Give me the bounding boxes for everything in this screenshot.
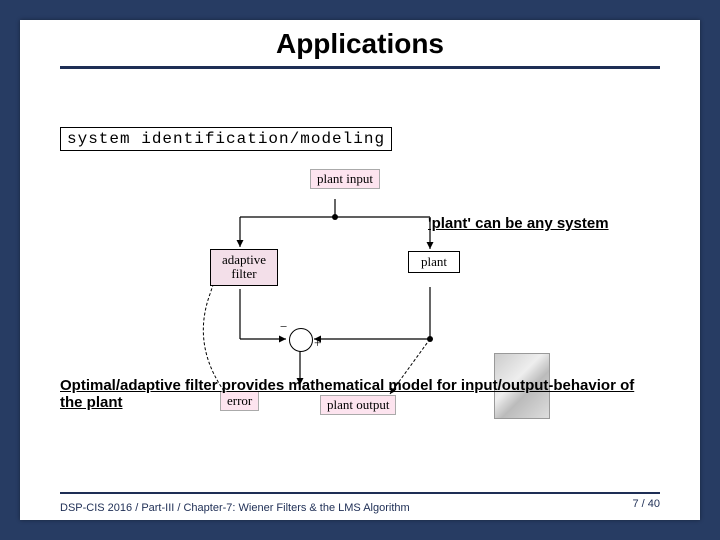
block-plant: plant (408, 251, 460, 273)
content-area: system identification/modeling plant inp… (20, 69, 700, 449)
footer-page-number: 7 / 40 (632, 498, 700, 510)
block-adaptive-filter: adaptive filter (210, 249, 278, 286)
slide-title: Applications (20, 20, 700, 60)
footer-divider (60, 492, 660, 494)
slide: Applications system identification/model… (20, 20, 700, 520)
footer: DSP-CIS 2016 / Part-III / Chapter-7: Wie… (20, 492, 700, 516)
summing-junction (289, 328, 313, 352)
summary-text: Optimal/adaptive filter provides mathema… (60, 377, 660, 411)
sign-minus: − (280, 319, 287, 335)
label-plant-input: plant input (310, 169, 380, 189)
output-tap-node (427, 336, 433, 342)
split-node (332, 214, 338, 220)
sign-plus: + (314, 335, 321, 351)
footer-text: DSP-CIS 2016 / Part-III / Chapter-7: Wie… (20, 502, 410, 514)
section-heading-box: system identification/modeling (60, 127, 392, 151)
